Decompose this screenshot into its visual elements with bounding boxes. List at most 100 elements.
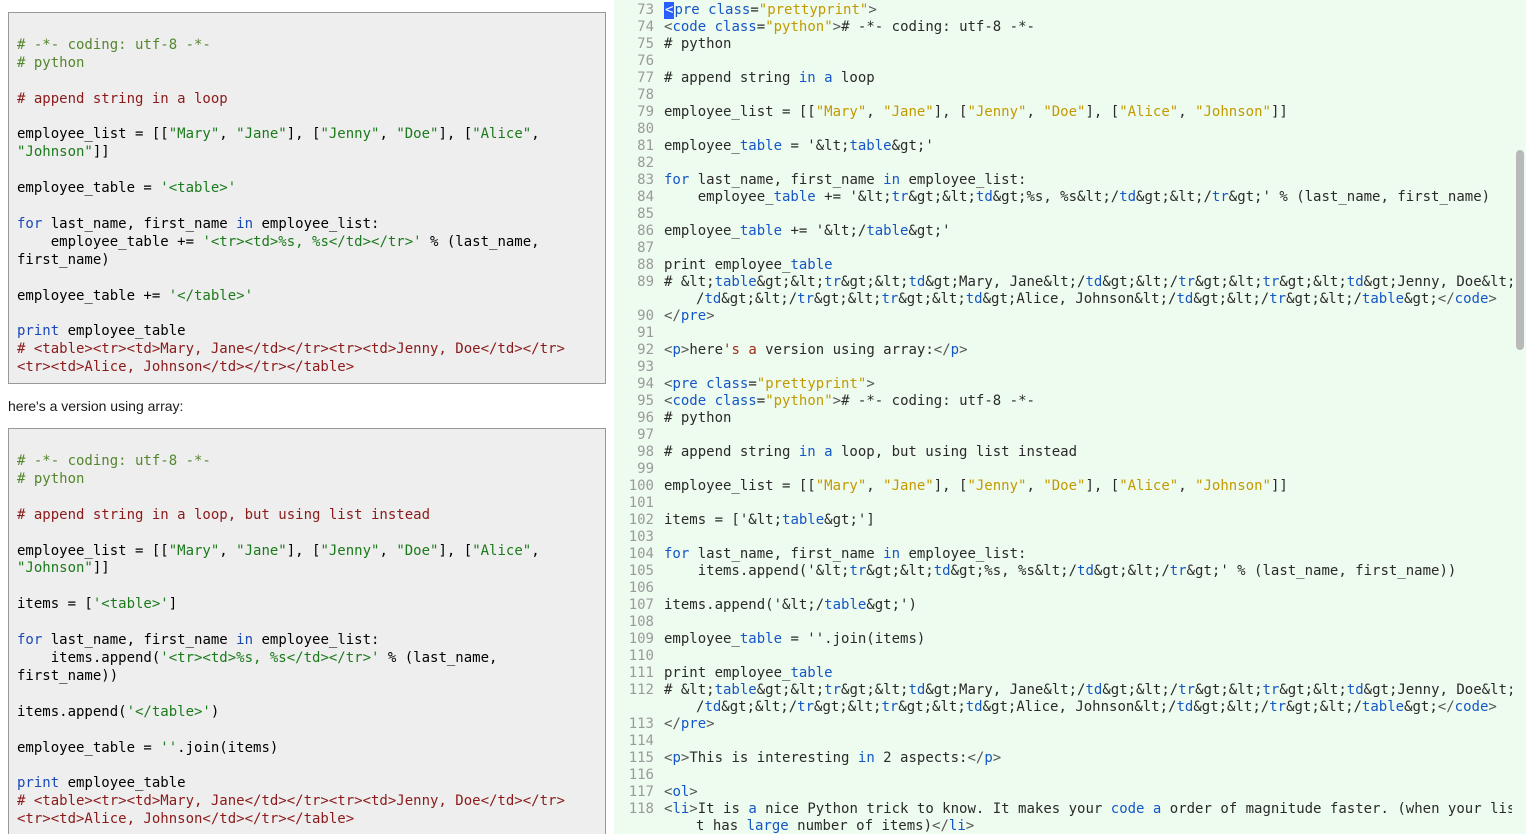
source-line[interactable] xyxy=(664,580,1512,597)
source-line[interactable]: <code class="python"># -*- coding: utf-8… xyxy=(664,19,1512,36)
line-number: 107 xyxy=(614,597,660,614)
source-line[interactable] xyxy=(664,614,1512,631)
rendered-preview-pane[interactable]: # -*- coding: utf-8 -*- # python # appen… xyxy=(0,0,614,834)
source-line[interactable] xyxy=(664,733,1512,750)
source-line[interactable]: t has large number of items)</li> xyxy=(664,818,1512,834)
source-line[interactable]: print employee_table xyxy=(664,257,1512,274)
source-line[interactable]: <li>It is a nice Python trick to know. I… xyxy=(664,801,1512,818)
scrollbar-track[interactable] xyxy=(1514,0,1524,834)
source-editor-pane[interactable]: 7374757677787980818283848586878889909192… xyxy=(614,0,1526,834)
source-line[interactable]: <ol> xyxy=(664,784,1512,801)
code-block-1: # -*- coding: utf-8 -*- # python # appen… xyxy=(8,12,606,384)
code-line: # python xyxy=(17,471,84,487)
line-number: 90 xyxy=(614,308,660,325)
code-line: for last_name, first_name in employee_li… xyxy=(17,632,379,648)
line-number: 113 xyxy=(614,716,660,733)
source-line[interactable]: # python xyxy=(664,410,1512,427)
source-line[interactable]: </pre> xyxy=(664,308,1512,325)
line-number: 101 xyxy=(614,495,660,512)
code-line: first_name) xyxy=(17,252,110,268)
line-number-gutter: 7374757677787980818283848586878889909192… xyxy=(614,0,660,834)
line-number: 95 xyxy=(614,393,660,410)
code-line: "Johnson"]] xyxy=(17,560,110,576)
code-line: # <table><tr><td>Mary, Jane</td></tr><tr… xyxy=(17,341,565,375)
source-line[interactable]: employee_table = ''.join(items) xyxy=(664,631,1512,648)
source-line[interactable] xyxy=(664,767,1512,784)
line-number: 88 xyxy=(614,257,660,274)
line-number: 104 xyxy=(614,546,660,563)
source-line[interactable]: # append string in a loop xyxy=(664,70,1512,87)
code-line: # <table><tr><td>Mary, Jane</td></tr><tr… xyxy=(17,793,565,827)
source-line[interactable]: <code class="python"># -*- coding: utf-8… xyxy=(664,393,1512,410)
line-number: 103 xyxy=(614,529,660,546)
source-line[interactable]: <p>This is interesting in 2 aspects:</p> xyxy=(664,750,1512,767)
source-line[interactable] xyxy=(664,495,1512,512)
code-line: items = ['<table>'] xyxy=(17,596,177,612)
line-number: 114 xyxy=(614,733,660,750)
code-line: first_name)) xyxy=(17,668,118,684)
source-line[interactable]: items.append('&lt;/table&gt;') xyxy=(664,597,1512,614)
source-line[interactable] xyxy=(664,240,1512,257)
line-number: 78 xyxy=(614,87,660,104)
line-number: 94 xyxy=(614,376,660,393)
source-line[interactable]: # python xyxy=(664,36,1512,53)
source-line[interactable]: employee_table = '&lt;table&gt;' xyxy=(664,138,1512,155)
source-line[interactable] xyxy=(664,529,1512,546)
source-line[interactable]: # &lt;table&gt;&lt;tr&gt;&lt;td&gt;Mary,… xyxy=(664,682,1512,699)
source-line[interactable] xyxy=(664,206,1512,223)
source-line[interactable] xyxy=(664,121,1512,138)
line-number xyxy=(614,699,660,716)
source-line[interactable]: items.append('&lt;tr&gt;&lt;td&gt;%s, %s… xyxy=(664,563,1512,580)
line-number: 73 xyxy=(614,2,660,19)
source-line[interactable] xyxy=(664,87,1512,104)
line-number: 83 xyxy=(614,172,660,189)
line-number: 77 xyxy=(614,70,660,87)
source-line[interactable]: employee_table += '&lt;/table&gt;' xyxy=(664,223,1512,240)
line-number: 99 xyxy=(614,461,660,478)
source-line[interactable] xyxy=(664,359,1512,376)
source-line[interactable]: for last_name, first_name in employee_li… xyxy=(664,172,1512,189)
line-number: 117 xyxy=(614,784,660,801)
line-number: 109 xyxy=(614,631,660,648)
source-line[interactable] xyxy=(664,155,1512,172)
source-line[interactable]: <p>here's a version using array:</p> xyxy=(664,342,1512,359)
line-number: 98 xyxy=(614,444,660,461)
code-line: # -*- coding: utf-8 -*- xyxy=(17,37,211,53)
source-line[interactable]: </pre> xyxy=(664,716,1512,733)
line-number: 112 xyxy=(614,682,660,699)
code-line: # -*- coding: utf-8 -*- xyxy=(17,453,211,469)
source-line[interactable]: /td&gt;&lt;/tr&gt;&lt;tr&gt;&lt;td&gt;Al… xyxy=(664,699,1512,716)
line-number: 111 xyxy=(614,665,660,682)
code-line: for last_name, first_name in employee_li… xyxy=(17,216,379,232)
line-number: 108 xyxy=(614,614,660,631)
line-number: 93 xyxy=(614,359,660,376)
source-line[interactable]: items = ['&lt;table&gt;'] xyxy=(664,512,1512,529)
source-line[interactable] xyxy=(664,325,1512,342)
source-line[interactable] xyxy=(664,461,1512,478)
line-number: 80 xyxy=(614,121,660,138)
source-line[interactable]: <pre class="prettyprint"> xyxy=(664,376,1512,393)
source-line[interactable]: # &lt;table&gt;&lt;tr&gt;&lt;td&gt;Mary,… xyxy=(664,274,1512,291)
source-line[interactable]: print employee_table xyxy=(664,665,1512,682)
line-number: 75 xyxy=(614,36,660,53)
line-number: 79 xyxy=(614,104,660,121)
line-number: 82 xyxy=(614,155,660,172)
source-line[interactable]: /td&gt;&lt;/tr&gt;&lt;tr&gt;&lt;td&gt;Al… xyxy=(664,291,1512,308)
source-line[interactable]: for last_name, first_name in employee_li… xyxy=(664,546,1512,563)
code-line: print employee_table xyxy=(17,323,186,339)
line-number: 116 xyxy=(614,767,660,784)
source-line[interactable]: employee_list = [["Mary", "Jane"], ["Jen… xyxy=(664,104,1512,121)
source-line[interactable]: employee_list = [["Mary", "Jane"], ["Jen… xyxy=(664,478,1512,495)
source-line[interactable] xyxy=(664,53,1512,70)
source-line[interactable]: <pre class="prettyprint"> xyxy=(664,2,1512,19)
code-line: employee_table = ''.join(items) xyxy=(17,740,278,756)
source-line[interactable]: # append string in a loop, but using lis… xyxy=(664,444,1512,461)
code-line: employee_table += '<tr><td>%s, %s</td></… xyxy=(17,234,540,250)
scrollbar-thumb[interactable] xyxy=(1516,150,1524,350)
code-line: "Johnson"]] xyxy=(17,144,110,160)
source-line[interactable] xyxy=(664,427,1512,444)
line-number: 96 xyxy=(614,410,660,427)
source-code-area[interactable]: <pre class="prettyprint"><code class="py… xyxy=(664,0,1512,834)
source-line[interactable]: employee_table += '&lt;tr&gt;&lt;td&gt;%… xyxy=(664,189,1512,206)
source-line[interactable] xyxy=(664,648,1512,665)
